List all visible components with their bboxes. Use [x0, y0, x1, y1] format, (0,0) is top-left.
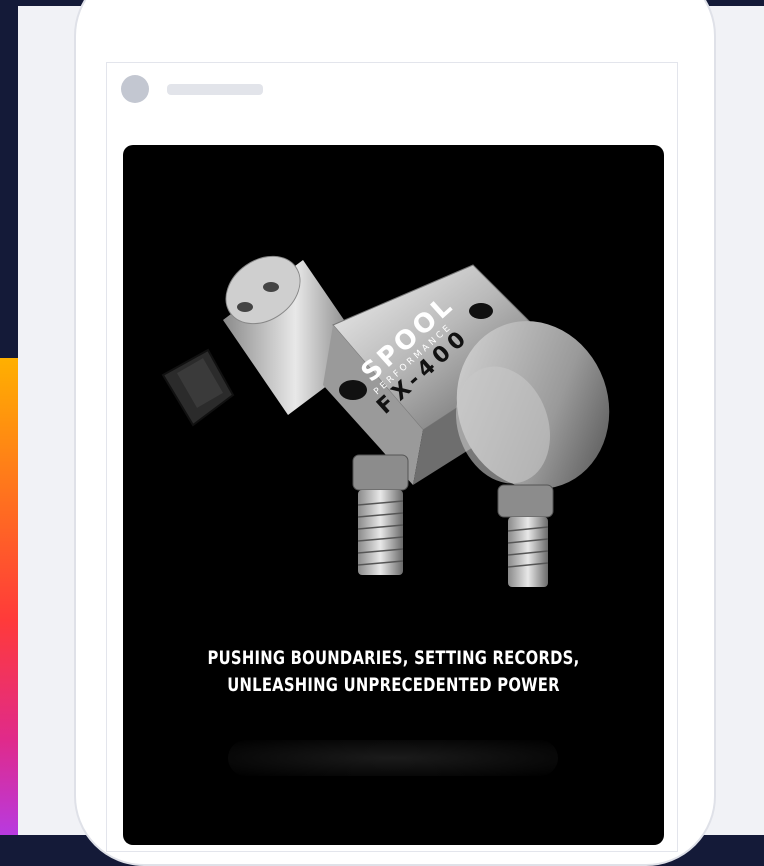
- ad-headline-line-1: PUSHING BOUNDARIES, SETTING RECORDS,: [207, 647, 580, 669]
- post-account-name-placeholder: [167, 84, 263, 95]
- preview-stage: SPOOL PERFORMANCE FX-400 PUSHING BOUNDAR…: [18, 0, 764, 866]
- social-post-card: SPOOL PERFORMANCE FX-400 PUSHING BOUNDAR…: [106, 62, 678, 852]
- ad-headline: PUSHING BOUNDARIES, SETTING RECORDS, UNL…: [183, 645, 605, 699]
- avatar: [121, 75, 149, 103]
- left-edge-strip: [0, 0, 18, 835]
- fuel-pump-product-image: SPOOL PERFORMANCE FX-400: [161, 255, 610, 587]
- ad-creative-image[interactable]: SPOOL PERFORMANCE FX-400 PUSHING BOUNDAR…: [123, 145, 664, 845]
- ad-headline-line-2: UNLEASHING UNPRECEDENTED POWER: [227, 674, 560, 696]
- instagram-gradient-strip: [0, 358, 18, 835]
- blurred-cta-bar: [228, 740, 558, 776]
